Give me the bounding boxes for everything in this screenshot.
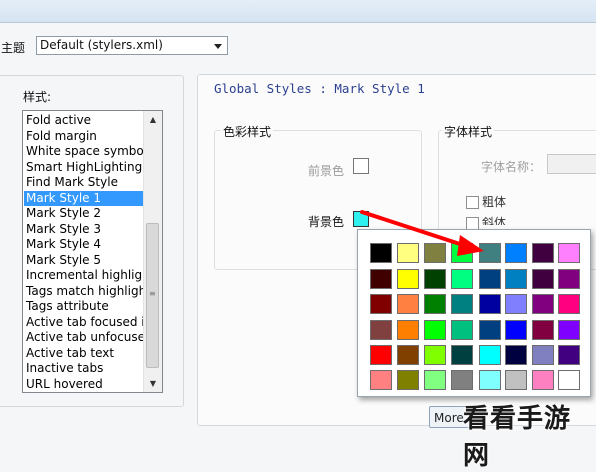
- style-list-item[interactable]: Fold margin: [24, 129, 143, 145]
- palette-colour-swatch[interactable]: [370, 243, 392, 263]
- palette-colour-swatch[interactable]: [451, 243, 473, 263]
- foreground-colour-swatch[interactable]: [353, 158, 369, 174]
- theme-select[interactable]: Default (stylers.xml): [36, 36, 228, 55]
- panel-title: Global Styles : Mark Style 1: [214, 81, 425, 96]
- palette-colour-swatch[interactable]: [479, 370, 501, 390]
- palette-colour-swatch[interactable]: [370, 320, 392, 340]
- palette-colour-swatch[interactable]: [451, 269, 473, 289]
- palette-colour-swatch[interactable]: [558, 320, 580, 340]
- palette-colour-swatch[interactable]: [424, 320, 446, 340]
- palette-colour-swatch[interactable]: [479, 243, 501, 263]
- palette-colour-swatch[interactable]: [479, 294, 501, 314]
- style-list-item[interactable]: Inactive tabs: [24, 361, 143, 377]
- style-list-items: Fold active Fold margin White space symbol…: [24, 113, 143, 392]
- font-name-select[interactable]: [547, 154, 596, 174]
- style-list-item[interactable]: Mark Style 1: [24, 190, 143, 206]
- palette-colour-swatch[interactable]: [532, 294, 554, 314]
- background-colour-swatch[interactable]: [353, 211, 369, 227]
- style-list-item[interactable]: Active tab focused indicator: [24, 315, 143, 331]
- style-list-item[interactable]: Mark Style 3: [24, 222, 143, 238]
- grip-icon: ≡: [149, 289, 156, 298]
- style-list-item[interactable]: White space symbol: [24, 144, 143, 160]
- palette-colour-swatch[interactable]: [558, 269, 580, 289]
- bold-checkbox[interactable]: [466, 196, 479, 209]
- palette-colour-swatch[interactable]: [505, 243, 527, 263]
- scroll-down-arrow-icon[interactable]: ▼: [144, 375, 162, 392]
- watermark-text: 看看手游网: [463, 404, 572, 471]
- palette-colour-swatch[interactable]: [424, 370, 446, 390]
- palette-colour-swatch[interactable]: [532, 370, 554, 390]
- palette-colour-swatch[interactable]: [558, 370, 580, 390]
- chevron-down-icon[interactable]: [214, 44, 222, 49]
- theme-select-value: Default (stylers.xml): [40, 38, 163, 52]
- palette-colour-swatch[interactable]: [397, 243, 419, 263]
- background-colour-label: 背景色: [308, 215, 345, 229]
- palette-colour-swatch[interactable]: [370, 269, 392, 289]
- style-list-item[interactable]: Active tab unfocused indicator: [24, 330, 143, 346]
- style-list-item[interactable]: Find Mark Style: [24, 175, 143, 191]
- palette-colour-swatch[interactable]: [424, 243, 446, 263]
- style-list-caption: 样式:: [23, 90, 52, 104]
- palette-colour-swatch[interactable]: [505, 269, 527, 289]
- palette-colour-swatch[interactable]: [532, 320, 554, 340]
- palette-colour-swatch[interactable]: [479, 269, 501, 289]
- palette-colour-swatch[interactable]: [397, 294, 419, 314]
- font-style-caption: 字体样式: [442, 123, 495, 140]
- palette-colour-swatch[interactable]: [397, 269, 419, 289]
- style-list[interactable]: Fold active Fold margin White space symbol…: [22, 110, 163, 393]
- bold-label: 粗体: [482, 195, 507, 209]
- palette-colour-swatch[interactable]: [479, 320, 501, 340]
- style-list-item[interactable]: Mark Style 4: [24, 237, 143, 253]
- scroll-up-arrow-icon[interactable]: ▲: [144, 111, 162, 128]
- style-list-item[interactable]: Fold active: [24, 113, 143, 129]
- palette-colour-swatch[interactable]: [424, 345, 446, 365]
- style-list-item[interactable]: Mark Style 2: [24, 206, 143, 222]
- font-name-label: 字体名称：: [481, 160, 542, 174]
- palette-colour-swatch[interactable]: [505, 370, 527, 390]
- palette-colour-swatch[interactable]: [505, 320, 527, 340]
- theme-label: 主题: [1, 41, 26, 55]
- palette-colour-swatch[interactable]: [397, 370, 419, 390]
- palette-colour-swatch[interactable]: [558, 345, 580, 365]
- palette-colour-swatch[interactable]: [451, 320, 473, 340]
- palette-colour-swatch[interactable]: [505, 345, 527, 365]
- palette-colour-swatch[interactable]: [451, 345, 473, 365]
- style-list-item[interactable]: Tags attribute: [24, 299, 143, 315]
- palette-colour-swatch[interactable]: [558, 294, 580, 314]
- style-list-item[interactable]: Incremental highlight all: [24, 268, 143, 284]
- palette-colour-swatch[interactable]: [370, 345, 392, 365]
- italic-label: 斜体: [482, 216, 507, 225]
- scrollbar-thumb[interactable]: ≡: [146, 223, 159, 368]
- palette-colour-swatch[interactable]: [451, 370, 473, 390]
- palette-colour-swatch[interactable]: [424, 269, 446, 289]
- foreground-colour-label: 前景色: [308, 164, 345, 178]
- palette-colour-swatch[interactable]: [532, 345, 554, 365]
- colour-palette-popup: [357, 229, 591, 397]
- palette-colour-swatch[interactable]: [479, 345, 501, 365]
- style-list-item[interactable]: Active tab text: [24, 346, 143, 362]
- palette-colour-swatch[interactable]: [370, 370, 392, 390]
- palette-colour-swatch[interactable]: [397, 320, 419, 340]
- palette-colour-swatch[interactable]: [532, 243, 554, 263]
- palette-colour-swatch[interactable]: [558, 243, 580, 263]
- palette-colour-swatch[interactable]: [532, 269, 554, 289]
- palette-colour-swatch[interactable]: [451, 294, 473, 314]
- style-list-item[interactable]: URL hovered: [24, 377, 143, 393]
- window-title-bar: [0, 0, 596, 23]
- palette-colour-swatch[interactable]: [370, 294, 392, 314]
- palette-colour-swatch[interactable]: [424, 294, 446, 314]
- style-list-item[interactable]: Tags match highlighting: [24, 284, 143, 300]
- style-list-scrollbar[interactable]: ▲ ≡ ▼: [143, 111, 162, 392]
- style-list-item[interactable]: Smart HighLighting: [24, 160, 143, 176]
- colour-style-caption: 色彩样式: [221, 123, 274, 140]
- style-list-item[interactable]: Mark Style 5: [24, 253, 143, 269]
- palette-colour-swatch[interactable]: [505, 294, 527, 314]
- palette-colour-swatch[interactable]: [397, 345, 419, 365]
